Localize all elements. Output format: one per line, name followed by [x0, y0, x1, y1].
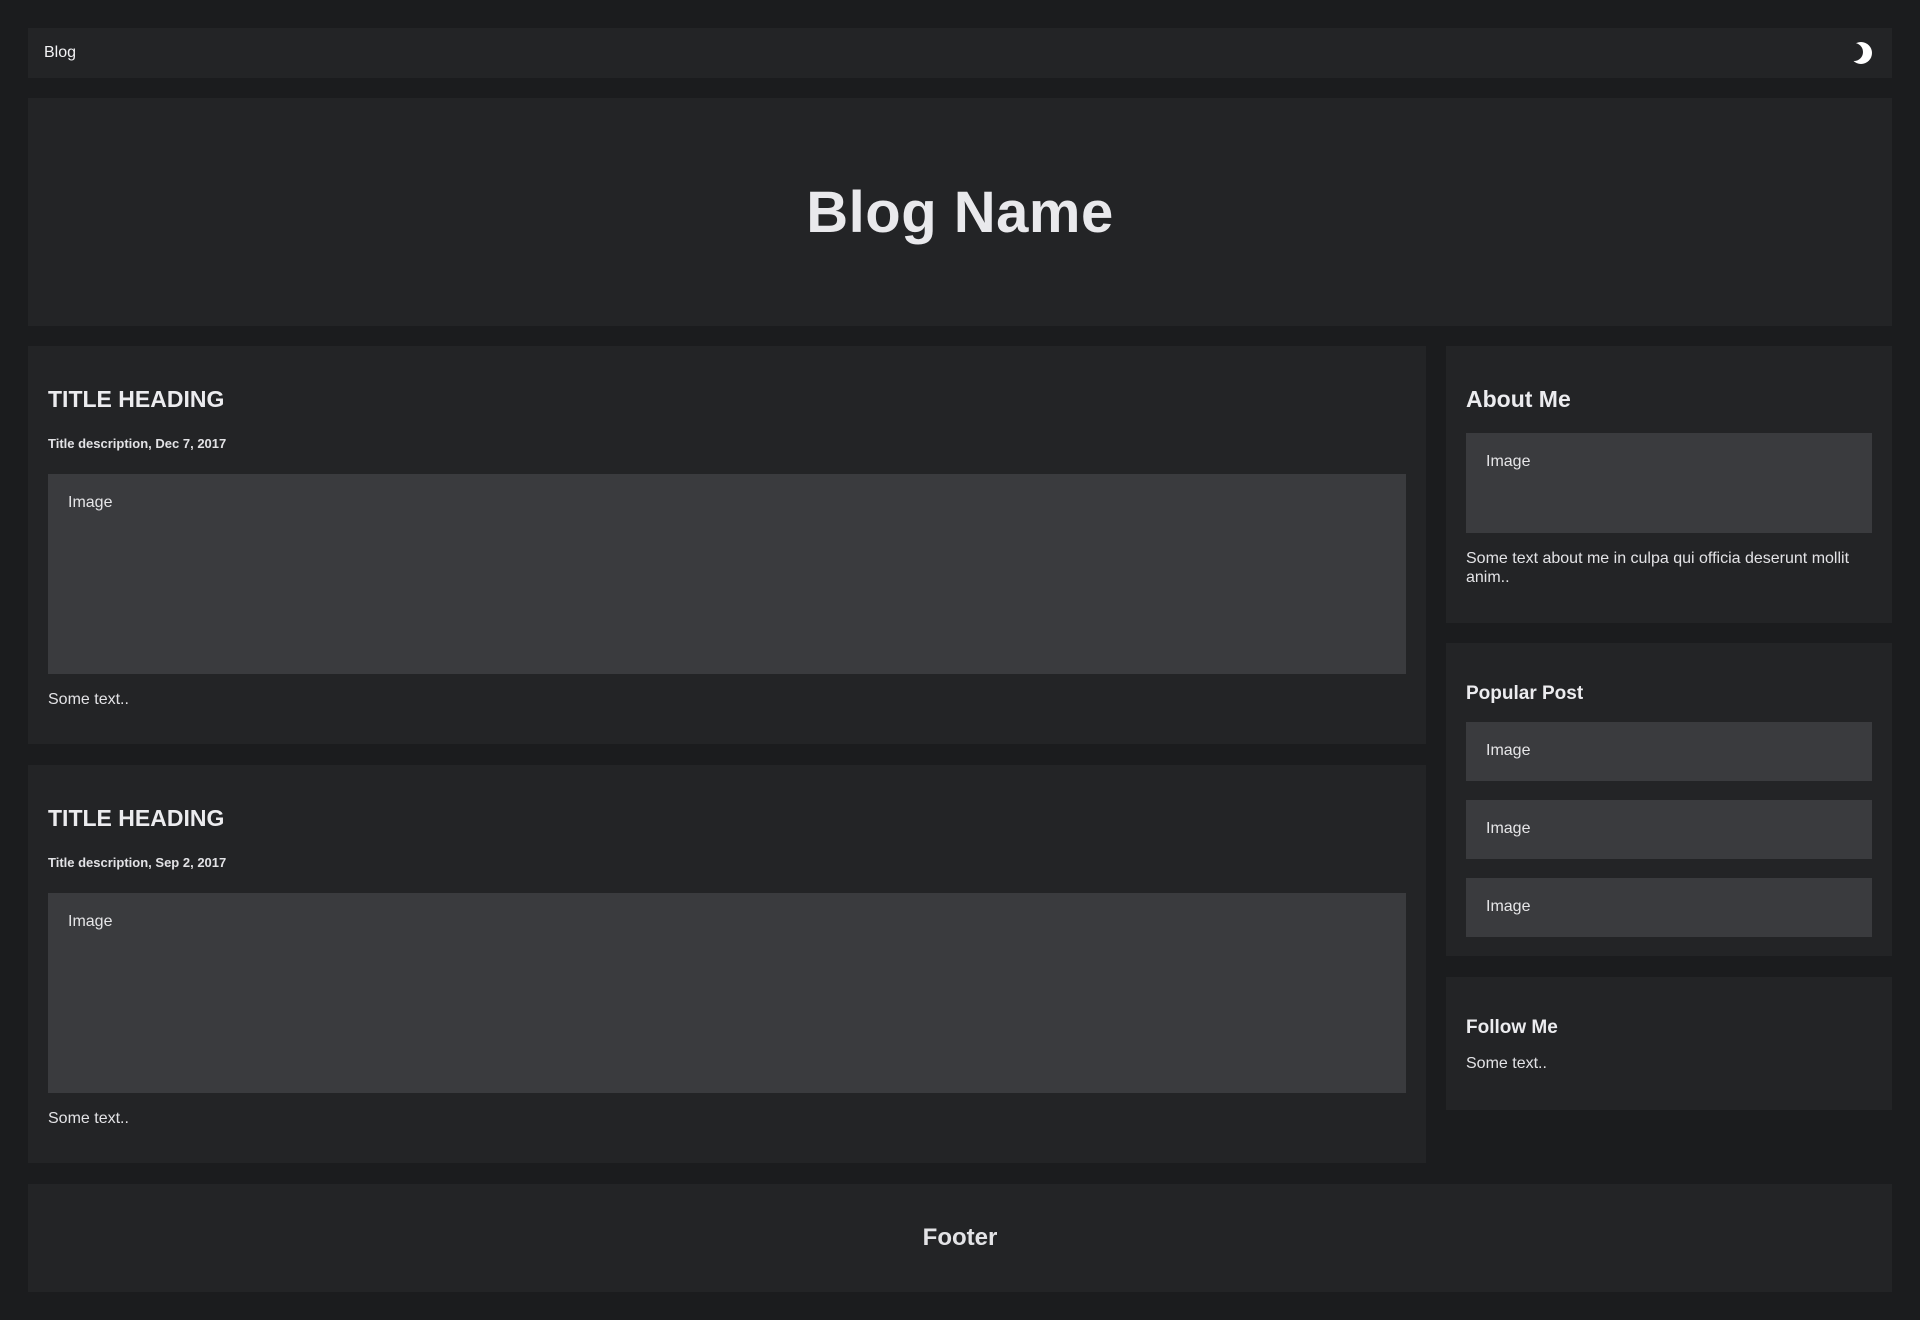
page-footer: Footer [28, 1184, 1892, 1292]
post-title: TITLE HEADING [48, 386, 225, 412]
image-label: Image [1486, 820, 1531, 837]
popular-heading: Popular Post [1466, 683, 1584, 704]
blog-title: Blog Name [806, 179, 1114, 245]
post-description: Title description, Dec 7, 2017 [48, 436, 226, 451]
image-label: Image [1486, 742, 1531, 759]
post-date: Sep 2, 2017 [155, 855, 227, 870]
post-description: Title description, Sep 2, 2017 [48, 855, 226, 870]
follow-heading: Follow Me [1466, 1017, 1558, 1038]
nav-brand-link[interactable]: Blog [44, 28, 76, 78]
popular-post-item[interactable]: Image [1466, 800, 1872, 859]
follow-text: Some text.. [1466, 1055, 1547, 1072]
popular-post-item[interactable]: Image [1466, 722, 1872, 781]
top-navbar: Blog [28, 28, 1892, 78]
about-heading: About Me [1466, 386, 1571, 412]
post-description-label: Title description, [48, 855, 152, 870]
about-card: About Me Image Some text about me in cul… [1446, 346, 1892, 623]
moon-icon[interactable] [1845, 40, 1874, 66]
popular-post-item[interactable]: Image [1466, 878, 1872, 937]
image-label: Image [1486, 898, 1531, 915]
post-text: Some text.. [48, 1110, 129, 1127]
follow-card: Follow Me Some text.. [1446, 977, 1892, 1110]
post-title: TITLE HEADING [48, 805, 225, 831]
about-image-placeholder: Image [1466, 433, 1872, 533]
post-card: TITLE HEADING Title description, Dec 7, … [28, 346, 1426, 744]
about-text: Some text about me in culpa qui officia … [1466, 550, 1850, 586]
image-label: Image [1486, 453, 1531, 470]
post-date: Dec 7, 2017 [155, 436, 227, 451]
footer-text: Footer [922, 1224, 998, 1251]
blog-header: Blog Name [28, 98, 1892, 326]
image-label: Image [68, 494, 113, 511]
post-card: TITLE HEADING Title description, Sep 2, … [28, 765, 1426, 1163]
popular-posts-card: Popular Post Image Image Image [1446, 643, 1892, 956]
post-text: Some text.. [48, 691, 129, 708]
post-image-placeholder: Image [48, 474, 1406, 674]
post-image-placeholder: Image [48, 893, 1406, 1093]
post-description-label: Title description, [48, 436, 152, 451]
image-label: Image [68, 913, 113, 930]
